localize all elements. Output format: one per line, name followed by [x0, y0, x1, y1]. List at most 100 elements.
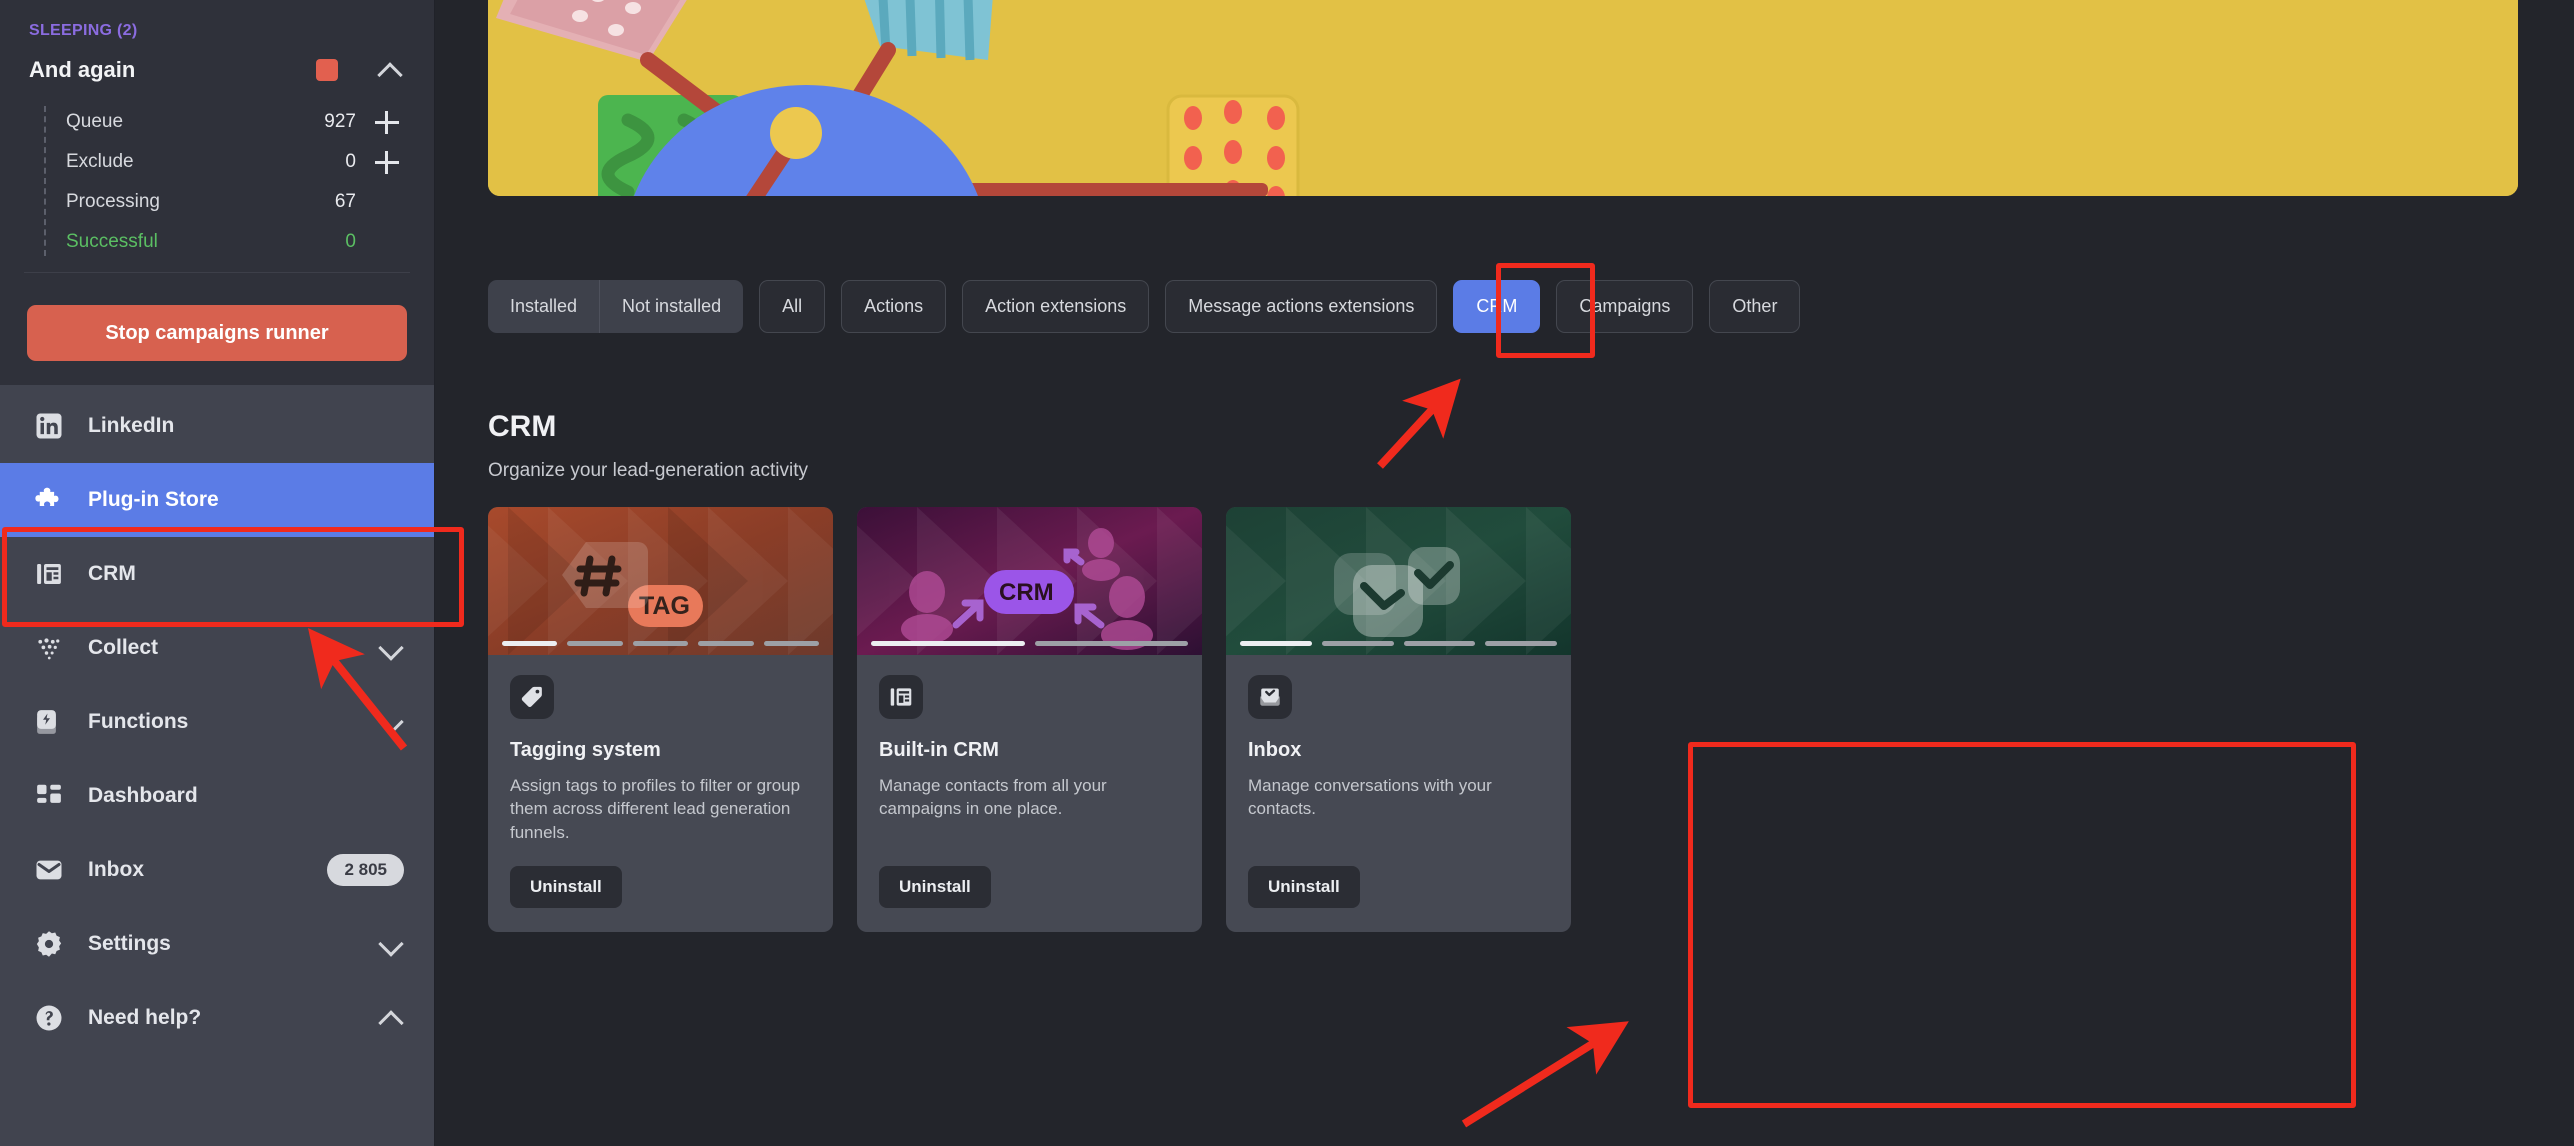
crm-panel-icon — [879, 675, 923, 719]
slider-dot[interactable] — [1485, 641, 1557, 646]
stat-row-queue[interactable]: Queue 927 — [44, 102, 434, 142]
sidebar-item-linkedin[interactable]: LinkedIn — [0, 389, 434, 463]
sidebar-item-inbox[interactable]: Inbox 2 805 — [0, 833, 434, 907]
sidebar-item-need-help[interactable]: Need help? — [0, 981, 434, 1055]
slider-dot[interactable] — [502, 641, 558, 646]
slider-dot[interactable] — [567, 641, 623, 646]
uninstall-button[interactable]: Uninstall — [1248, 866, 1360, 909]
card-title: Inbox — [1248, 739, 1302, 761]
sidebar-item-dashboard[interactable]: Dashboard — [0, 759, 434, 833]
plugin-card-inbox[interactable]: Inbox Manage conversations with your con… — [1226, 507, 1571, 933]
sidebar-item-label: Need help? — [88, 1006, 202, 1029]
card-description: Assign tags to profiles to filter or gro… — [510, 776, 801, 842]
card-body: Tagging system Assign tags to profiles t… — [488, 655, 833, 932]
plugin-card-built-in-crm[interactable]: CRM Built-in CRM Manage contacts from al… — [857, 507, 1202, 933]
chevron-down-icon[interactable] — [378, 709, 404, 735]
thumbnail-slider-dots[interactable] — [502, 641, 820, 646]
campaign-panel: SLEEPING (2) And again Queue 927 Exclude… — [0, 0, 434, 283]
sidebar-item-functions[interactable]: Functions — [0, 685, 434, 759]
chevron-down-icon[interactable] — [378, 931, 404, 957]
chevron-up-icon[interactable] — [378, 1005, 404, 1031]
tab-installed[interactable]: Installed — [488, 280, 599, 333]
slider-dot[interactable] — [1403, 641, 1476, 646]
tab-campaigns[interactable]: Campaigns — [1556, 280, 1694, 333]
thumbnail-slider-dots[interactable] — [1240, 641, 1557, 646]
sidebar-item-label: Dashboard — [88, 784, 198, 807]
banner-illustration — [488, 0, 2518, 196]
tab-not-installed[interactable]: Not installed — [599, 280, 743, 333]
slider-dot[interactable] — [871, 641, 1025, 646]
campaign-stats: Queue 927 Exclude 0 Processing 67 Succes… — [0, 102, 434, 262]
inbox-check-icon — [1248, 675, 1292, 719]
stat-label: Exclude — [66, 151, 134, 172]
tab-message-actions-extensions[interactable]: Message actions extensions — [1165, 280, 1438, 333]
sidebar-item-label: CRM — [88, 562, 136, 585]
card-description: Manage conversations with your contacts. — [1248, 776, 1492, 819]
stop-button-wrap: Stop campaigns runner — [0, 283, 434, 385]
stop-campaigns-runner-button[interactable]: Stop campaigns runner — [27, 305, 407, 361]
tag-icon — [510, 675, 554, 719]
tab-action-extensions[interactable]: Action extensions — [962, 280, 1150, 333]
uninstall-button[interactable]: Uninstall — [879, 866, 991, 909]
gear-icon — [32, 927, 66, 961]
stat-value: 0 — [345, 231, 356, 252]
card-thumbnail: CRM — [857, 507, 1202, 655]
slider-dot[interactable] — [632, 641, 689, 646]
puzzle-icon — [32, 483, 66, 517]
stat-row-exclude[interactable]: Exclude 0 — [44, 142, 434, 182]
plugin-card-grid: TAG Tagging system Assign tags to profil… — [488, 507, 1571, 933]
card-title: Tagging system — [510, 739, 661, 761]
slider-dot[interactable] — [698, 641, 754, 646]
stat-label: Processing — [66, 191, 160, 212]
inbox-count-badge: 2 805 — [327, 854, 404, 886]
main-content: Installed Not installed All Actions Acti… — [435, 0, 2574, 1146]
crm-icon — [32, 557, 66, 591]
tab-other[interactable]: Other — [1709, 280, 1801, 333]
uninstall-button[interactable]: Uninstall — [510, 866, 622, 909]
functions-icon — [32, 705, 66, 739]
sidebar-item-label: Collect — [88, 636, 159, 659]
campaign-status-label: SLEEPING (2) — [29, 22, 138, 39]
promo-banner[interactable] — [488, 0, 2518, 196]
sidebar-item-settings[interactable]: Settings — [0, 907, 434, 981]
campaign-header[interactable]: And again — [0, 40, 434, 100]
add-to-queue-icon[interactable] — [370, 110, 404, 134]
tab-actions[interactable]: Actions — [841, 280, 947, 333]
stat-row-successful[interactable]: Successful 0 — [44, 222, 434, 262]
card-thumbnail: TAG — [488, 507, 833, 655]
page-title: CRM — [488, 410, 557, 443]
divider — [24, 272, 410, 273]
inbox-icon — [32, 853, 66, 887]
stat-value: 927 — [324, 111, 356, 132]
thumbnail-slider-dots[interactable] — [871, 641, 1188, 646]
stat-value: 0 — [345, 151, 356, 172]
sidebar-item-crm[interactable]: CRM — [0, 537, 434, 611]
dashboard-icon — [32, 779, 66, 813]
install-filter-group: Installed Not installed — [488, 280, 744, 333]
sidebar-item-label: Plug-in Store — [88, 488, 219, 511]
plugin-card-tagging-system[interactable]: TAG Tagging system Assign tags to profil… — [488, 507, 833, 933]
stat-value: 67 — [334, 191, 356, 212]
slider-dot[interactable] — [1321, 641, 1394, 646]
slider-dot[interactable] — [1240, 641, 1312, 646]
stat-label: Successful — [66, 231, 158, 252]
tab-all[interactable]: All — [759, 280, 826, 333]
slider-dot[interactable] — [763, 641, 820, 646]
stat-row-processing[interactable]: Processing 67 — [44, 182, 434, 222]
chevron-up-icon[interactable] — [376, 56, 404, 84]
tab-crm[interactable]: CRM — [1453, 280, 1541, 333]
campaign-status-dot — [316, 59, 338, 81]
filter-tabs: Installed Not installed All Actions Acti… — [488, 280, 1801, 333]
slider-dot[interactable] — [1034, 641, 1188, 646]
sidebar: SLEEPING (2) And again Queue 927 Exclude… — [0, 0, 435, 1146]
campaign-name: And again — [29, 57, 136, 82]
chevron-down-icon[interactable] — [378, 635, 404, 661]
sidebar-item-label: Inbox — [88, 858, 144, 881]
card-thumbnail — [1226, 507, 1571, 655]
sidebar-item-collect[interactable]: Collect — [0, 611, 434, 685]
sidebar-item-plug-in-store[interactable]: Plug-in Store — [0, 463, 434, 537]
add-to-exclude-icon[interactable] — [370, 150, 404, 174]
app-root: SLEEPING (2) And again Queue 927 Exclude… — [0, 0, 2574, 1146]
